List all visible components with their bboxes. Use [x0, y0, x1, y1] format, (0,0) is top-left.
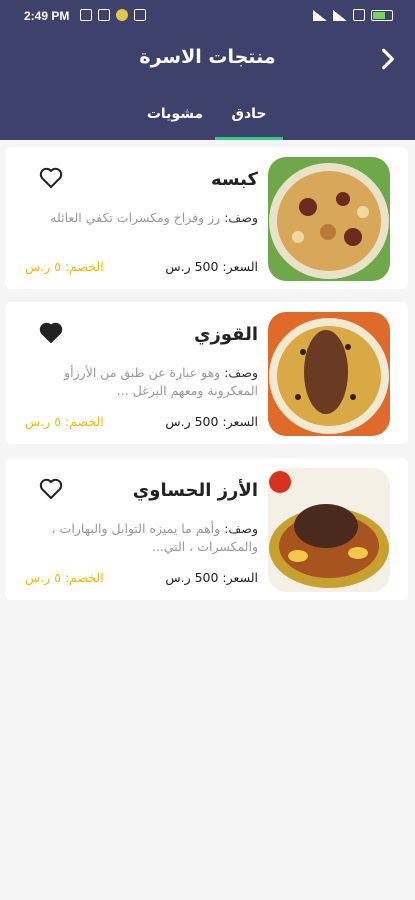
tab-hadeq-label: حادق	[231, 106, 267, 122]
battery-icon	[371, 9, 393, 21]
youtube-icon	[134, 9, 146, 21]
product-card[interactable]: كبسه وصف: رز وفراخ ومكسرات تكفي العائله …	[5, 147, 408, 289]
tab-hadeq[interactable]: حادق	[215, 88, 283, 140]
tab-bar: حادق مشويات	[0, 88, 415, 140]
product-price: السعر: 500 ر.س	[165, 414, 258, 429]
page-title: منتجات الاسرة	[139, 46, 276, 68]
sync-icon	[98, 9, 110, 21]
product-discount: الخصم: ٥ ر.س	[25, 414, 104, 429]
product-image-quzi	[268, 312, 390, 436]
desc-label: وصف:	[224, 365, 258, 380]
product-image-kabsa	[268, 157, 390, 281]
product-description: وصف: وأهم ما يميزه التوابل والبهارات ، و…	[28, 520, 258, 556]
tab-active-indicator	[215, 137, 283, 140]
chevron-right-icon[interactable]	[375, 46, 401, 72]
tab-mashwiyat[interactable]: مشويات	[140, 88, 210, 140]
product-price: السعر: 500 ر.س	[165, 259, 258, 274]
desc-text: رز وفراخ ومكسرات تكفي العائله	[50, 210, 221, 225]
signal-2-icon	[333, 9, 347, 21]
product-discount: الخصم: ٥ ر.س	[25, 570, 104, 585]
product-image-hasawi-rice	[268, 468, 390, 592]
product-description: وصف: رز وفراخ ومكسرات تكفي العائله	[28, 209, 258, 245]
status-time: 2:49 PM	[24, 9, 70, 23]
signal-icon	[313, 9, 327, 21]
product-name: القوزي	[193, 324, 258, 345]
product-card[interactable]: القوزي وصف: وهو عبارة عن طبق من الأرزأو …	[5, 302, 408, 444]
product-price: السعر: 500 ر.س	[165, 570, 258, 585]
product-discount: الخصم: ٥ ر.س	[25, 259, 104, 274]
tab-mashwiyat-label: مشويات	[146, 106, 204, 122]
status-bar: 2:49 PM	[0, 0, 415, 30]
desc-label: وصف:	[224, 210, 258, 225]
heart-outline-icon[interactable]	[39, 478, 63, 500]
heart-filled-icon[interactable]	[39, 322, 63, 344]
product-name: الأرز الحساوي	[132, 480, 258, 501]
product-name: كبسه	[210, 169, 258, 190]
app-notification-icon	[116, 9, 128, 21]
wifi-icon	[353, 9, 365, 21]
system-icons	[313, 9, 393, 21]
notification-icons	[80, 9, 146, 21]
app-bar: منتجات الاسرة حادق مشويات	[0, 30, 415, 140]
alarm-icon	[80, 9, 92, 21]
heart-outline-icon[interactable]	[39, 167, 63, 189]
desc-label: وصف:	[224, 521, 258, 536]
product-card[interactable]: الأرز الحساوي وصف: وأهم ما يميزه التوابل…	[5, 458, 408, 600]
product-description: وصف: وهو عبارة عن طبق من الأرزأو المعكرو…	[28, 364, 258, 400]
